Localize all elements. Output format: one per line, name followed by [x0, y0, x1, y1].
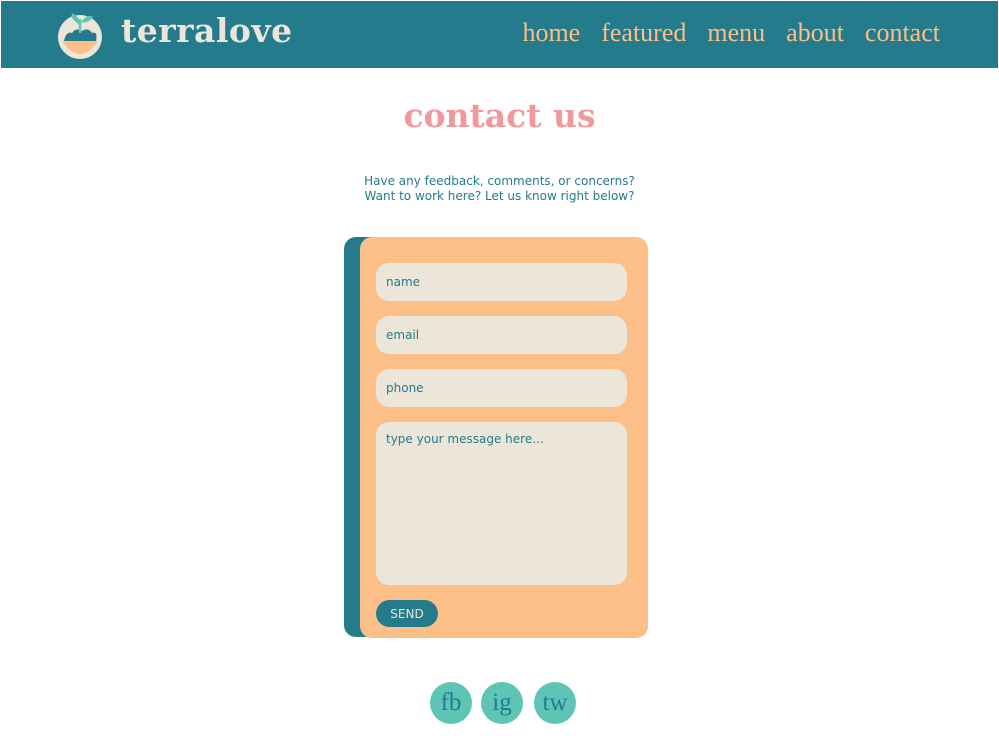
send-button[interactable]: SEND [376, 600, 438, 627]
page-title: contact us [403, 96, 596, 135]
email-field[interactable] [376, 316, 627, 354]
nav-about[interactable]: about [786, 18, 844, 48]
message-field[interactable] [376, 422, 627, 585]
intro-line-2: Want to work here? Let us know right bel… [364, 189, 635, 203]
seedling-bowl-icon[interactable] [56, 9, 104, 61]
name-field[interactable] [376, 263, 627, 301]
nav-home[interactable]: home [522, 18, 580, 48]
instagram-link[interactable]: ig [481, 682, 523, 724]
intro-line-1: Have any feedback, comments, or concerns… [364, 174, 635, 188]
nav-contact[interactable]: contact [865, 18, 940, 48]
phone-field[interactable] [376, 369, 627, 407]
intro-text: Have any feedback, comments, or concerns… [0, 174, 999, 204]
nav-menu[interactable]: menu [707, 18, 765, 48]
brand-name[interactable]: terralove [121, 11, 293, 50]
contact-form: SEND [360, 237, 648, 638]
site-header: terralove home featured menu about conta… [1, 1, 998, 68]
twitter-link[interactable]: tw [534, 682, 576, 724]
main-nav: home featured menu about contact [522, 18, 940, 48]
facebook-link[interactable]: fb [430, 682, 472, 724]
nav-featured[interactable]: featured [601, 18, 686, 48]
